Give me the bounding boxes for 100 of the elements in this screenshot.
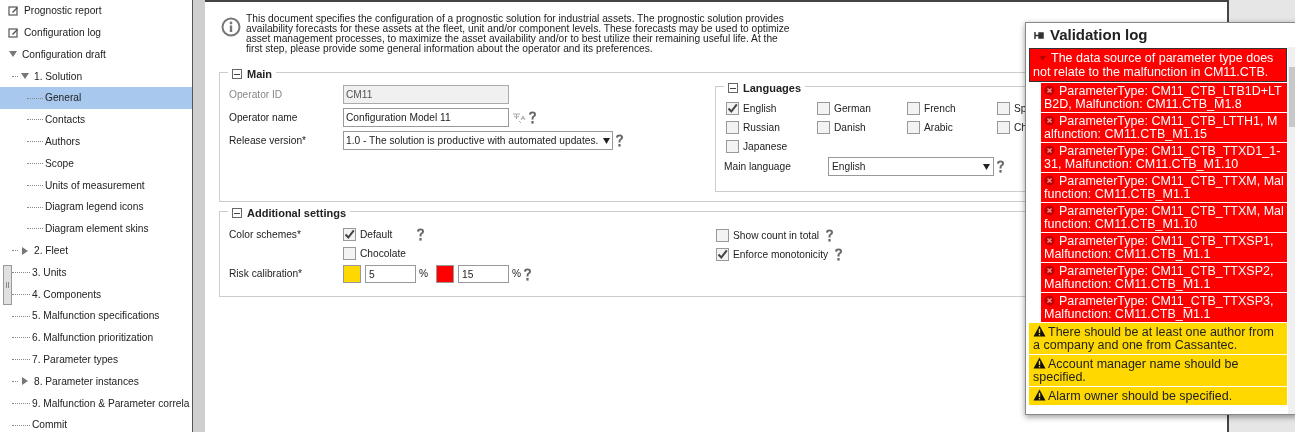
field-label: Release version* xyxy=(229,133,307,148)
checkbox[interactable] xyxy=(817,121,830,134)
checkbox[interactable] xyxy=(726,140,739,153)
error-icon xyxy=(1044,265,1055,276)
error-icon xyxy=(1044,235,1055,246)
tree-item[interactable]: Commit xyxy=(0,414,192,432)
error-message: ParameterType: CM11_CTB_TTXM, Malfunction: CM11.CTB_M1.10 xyxy=(1041,203,1288,232)
checkbox[interactable] xyxy=(716,229,729,242)
checkbox-label: Arabic xyxy=(924,120,953,135)
help-icon[interactable] xyxy=(825,229,835,242)
expanded-arrow-icon xyxy=(1039,55,1046,63)
checkbox-label: French xyxy=(924,101,956,116)
edit-icon xyxy=(8,5,19,17)
section-title: Main xyxy=(247,67,273,82)
checkbox[interactable] xyxy=(907,121,920,134)
error-message: ParameterType: CM11_CTB_TTXSP2, Malfunction: CM11.CTB_M1.1 xyxy=(1041,263,1288,292)
tree-item[interactable]: Scope xyxy=(0,152,192,175)
error-message: ParameterType: CM11_CTB_TTXSP1, Malfunction: CM11.CTB_M1.1 xyxy=(1041,233,1288,262)
error-icon xyxy=(1044,295,1055,306)
section-title: Additional settings xyxy=(247,206,346,221)
checkbox-label: Russian xyxy=(743,120,780,135)
help-icon[interactable] xyxy=(615,134,624,147)
checkbox-label: German xyxy=(834,101,871,116)
warning-icon xyxy=(1033,357,1046,369)
help-icon[interactable] xyxy=(416,228,426,241)
checkbox[interactable] xyxy=(343,228,356,241)
warning-icon xyxy=(1033,325,1046,337)
checkbox[interactable] xyxy=(817,102,830,115)
field-label: Main language xyxy=(724,159,792,174)
warning-message: There should be at least one author from a company and one from Cassantec. xyxy=(1029,323,1288,354)
number-field[interactable]: 15 xyxy=(458,265,510,283)
unit-label: % xyxy=(512,267,522,282)
edit-icon xyxy=(8,27,19,39)
tree-item[interactable]: Configuration log xyxy=(0,21,192,44)
tree-item[interactable]: Configuration draft xyxy=(0,43,192,66)
field-label: Operator ID xyxy=(229,87,284,102)
collapsed-arrow-icon xyxy=(20,376,30,387)
collapse-toggle[interactable] xyxy=(728,83,738,94)
tree-item[interactable]: 2. Fleet xyxy=(0,239,192,262)
tree-item[interactable]: 9. Malfunction & Parameter correla xyxy=(0,392,192,415)
tree-item[interactable]: Contacts xyxy=(0,109,192,131)
color-swatch[interactable] xyxy=(343,265,361,283)
text-field: CM11 xyxy=(343,85,509,104)
tree-item[interactable]: Units of measurement xyxy=(0,174,192,197)
splitter-handle[interactable] xyxy=(3,265,12,305)
help-icon[interactable] xyxy=(834,248,844,261)
number-field[interactable]: 5 xyxy=(365,265,416,283)
error-message: ParameterType: CM11_CTB_TTXSP3, Malfunction: CM11.CTB_M1.1 xyxy=(1041,293,1288,322)
error-icon xyxy=(1044,175,1055,186)
checkbox[interactable] xyxy=(907,102,920,115)
warning-message: Account manager name should be specified. xyxy=(1029,355,1288,386)
checkbox[interactable] xyxy=(726,102,739,115)
field-label: Operator name xyxy=(229,110,299,125)
dropdown-arrow-icon xyxy=(983,162,990,171)
help-icon[interactable] xyxy=(996,160,1005,173)
tree-item[interactable]: Diagram legend icons xyxy=(0,196,192,218)
error-message: ParameterType: CM11_CTB_TTXD1_1-31, Malfunction: CM11.CTB_M1.10 xyxy=(1041,143,1288,172)
checkbox[interactable] xyxy=(716,248,729,261)
error-icon xyxy=(1044,205,1055,216)
pin-icon xyxy=(1034,30,1044,41)
error-message: ParameterType: CM11_CTB_LTTH1, Malfunction: CM11.CTB_M1.15 xyxy=(1041,113,1288,142)
checkbox[interactable] xyxy=(997,121,1010,134)
tree-item[interactable]: 7. Parameter types xyxy=(0,348,192,371)
text-field[interactable]: Configuration Model 11 xyxy=(343,108,509,127)
checkbox[interactable] xyxy=(726,121,739,134)
help-icon[interactable] xyxy=(523,267,533,281)
section-title: Languages xyxy=(743,81,802,96)
tree-item[interactable]: 6. Malfunction prioritization xyxy=(0,326,192,349)
dropdown-arrow-icon xyxy=(603,136,610,145)
tree-item[interactable]: 5. Malfunction specifications xyxy=(0,305,192,327)
collapse-toggle[interactable] xyxy=(232,69,242,80)
unit-label: % xyxy=(419,267,429,282)
field-label: Color schemes* xyxy=(229,228,302,242)
collapse-toggle[interactable] xyxy=(232,208,242,219)
error-icon xyxy=(1044,85,1055,96)
tree-item[interactable]: General xyxy=(0,87,192,109)
checkbox-label: Show count in total xyxy=(733,228,820,243)
tree-item[interactable]: 8. Parameter instances xyxy=(0,370,192,393)
tree-item[interactable]: Authors xyxy=(0,130,192,153)
tree-item[interactable]: Prognostic report xyxy=(0,0,192,22)
error-icon xyxy=(1044,145,1055,156)
help-icon[interactable] xyxy=(528,111,537,124)
tree-item[interactable]: 1. Solution xyxy=(0,65,192,88)
warning-message: Alarm owner should be specified. xyxy=(1029,387,1288,405)
error-group-header[interactable]: The data source of parameter type does not relate to the malfunction in CM11.CTB. xyxy=(1029,48,1288,82)
main-language-dropdown[interactable]: English xyxy=(828,157,994,176)
collapsed-arrow-icon xyxy=(20,245,30,256)
warning-icon xyxy=(1033,389,1046,401)
checkbox[interactable] xyxy=(343,247,356,260)
checkbox[interactable] xyxy=(997,102,1010,115)
checkbox-label: Enforce monotonicity xyxy=(733,247,829,262)
color-swatch[interactable] xyxy=(436,265,455,283)
checkbox-label: Danish xyxy=(834,120,866,135)
error-message: ParameterType: CM11_CTB_TTXM, Malfunction: CM11.CTB_M1.1 xyxy=(1041,173,1288,202)
release-version-dropdown[interactable]: 1.0 - The solution is productive with automated updates. xyxy=(343,131,613,150)
checkbox-label: Default xyxy=(360,227,393,242)
error-message: ParameterType: CM11_CTB_LTB1D+LTB2D, Malfunction: CM11.CTB_M1.8 xyxy=(1041,83,1288,112)
error-icon xyxy=(1044,115,1055,126)
checkbox-label: Chocolate xyxy=(360,246,406,261)
tree-item[interactable]: Diagram element skins xyxy=(0,217,192,240)
